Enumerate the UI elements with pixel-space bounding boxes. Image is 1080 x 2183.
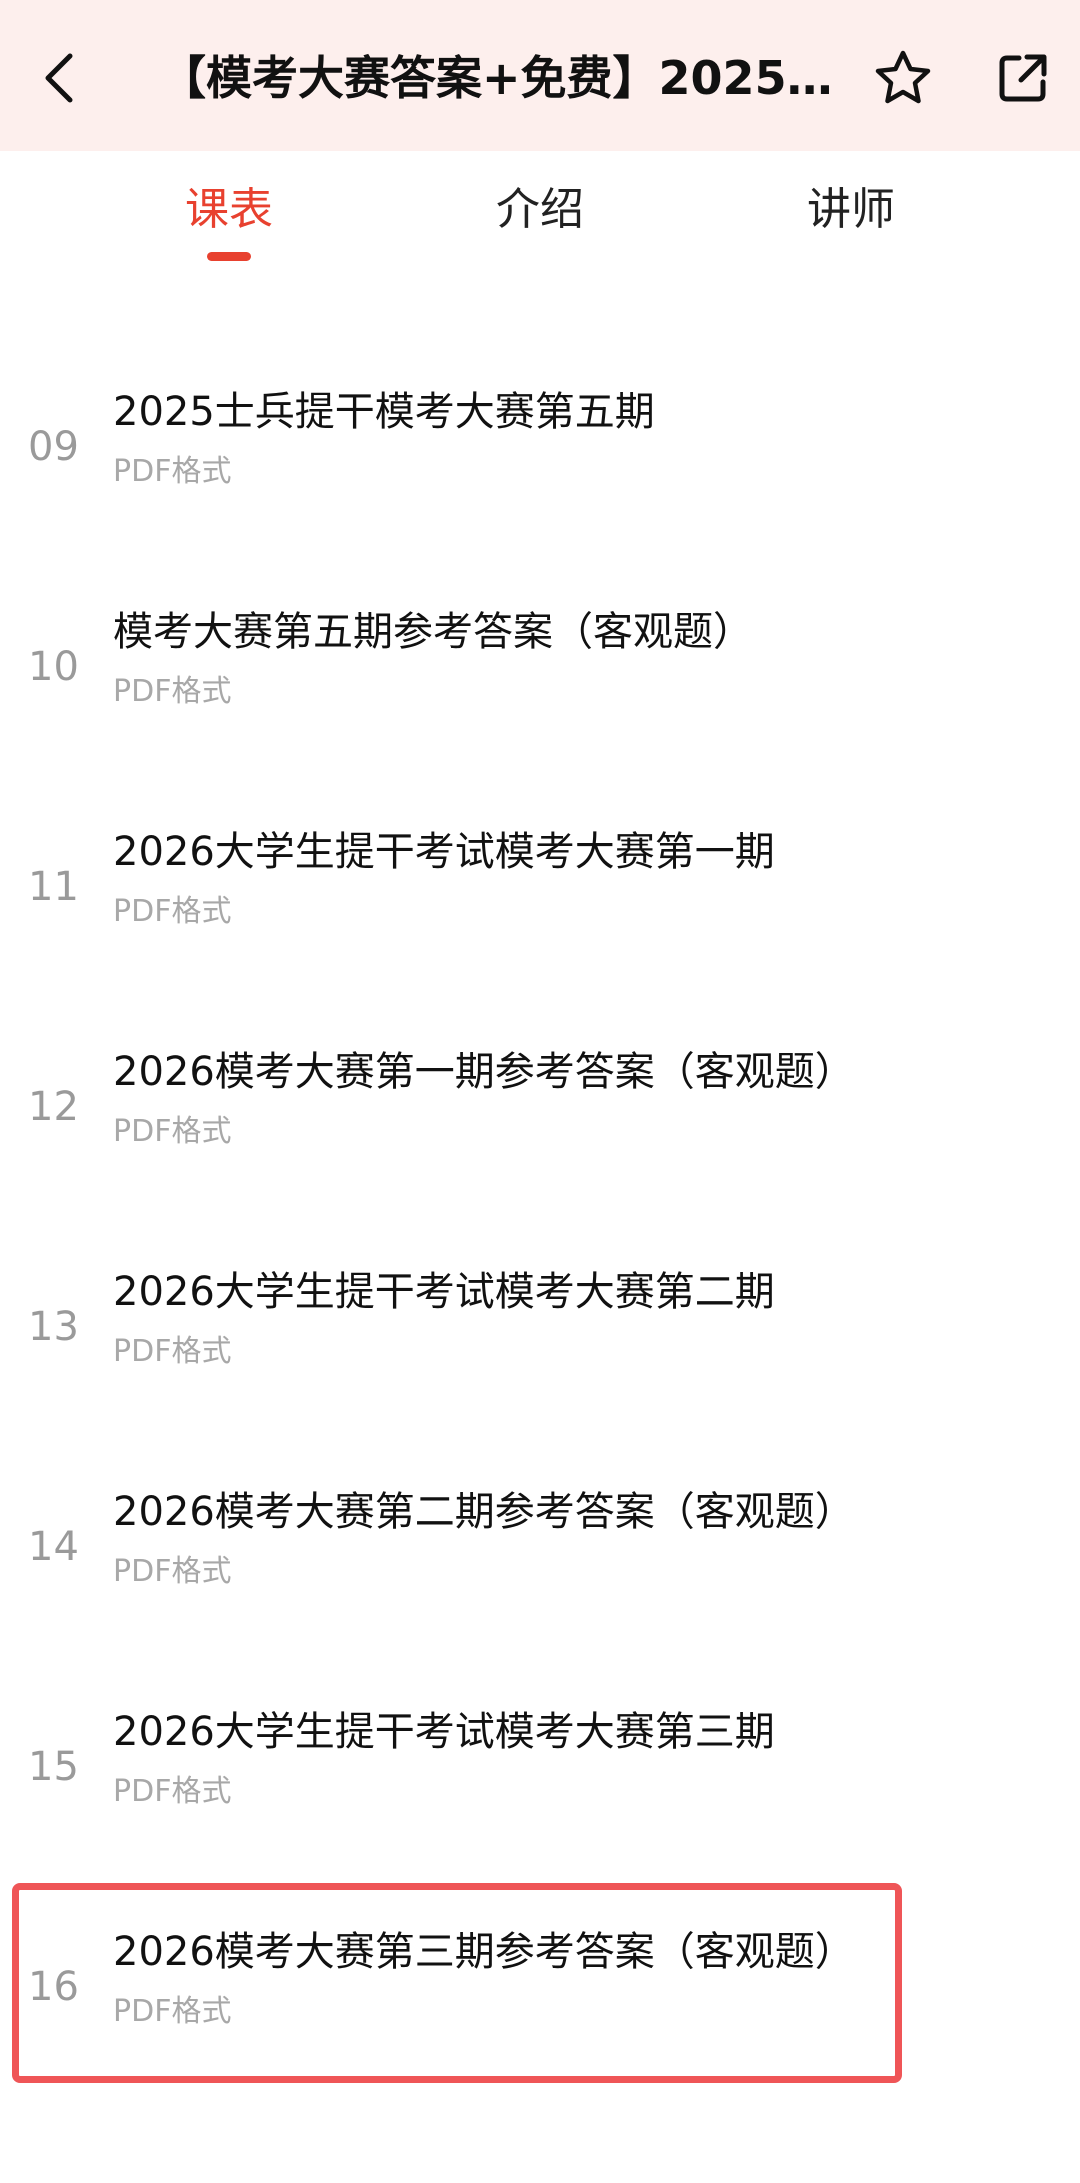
tab-bar: 课表 介绍 讲师 — [0, 151, 1080, 271]
item-format: PDF格式 — [113, 1994, 232, 2029]
list-item[interactable]: 15 2026大学生提干考试模考大赛第三期 PDF格式 — [0, 1650, 1080, 1870]
item-number: 14 — [28, 1524, 79, 1570]
item-number: 13 — [28, 1304, 79, 1350]
tab-intro[interactable]: 介绍 — [440, 175, 640, 245]
item-format: PDF格式 — [113, 674, 232, 709]
list-item[interactable]: 16 2026模考大赛第三期参考答案（客观题） PDF格式 — [0, 1870, 1080, 2090]
back-button[interactable] — [30, 40, 90, 115]
list-item[interactable]: 12 2026模考大赛第一期参考答案（客观题） PDF格式 — [0, 990, 1080, 1210]
page-title: 【模考大赛答案+免费】2025士兵提干模考大赛 — [160, 51, 850, 105]
star-icon — [875, 50, 931, 103]
item-format: PDF格式 — [113, 1774, 232, 1809]
tab-teacher[interactable]: 讲师 — [751, 175, 951, 245]
item-number: 16 — [28, 1964, 79, 2010]
item-title: 2025士兵提干模考大赛第五期 — [113, 389, 655, 435]
item-title: 2026大学生提干考试模考大赛第二期 — [113, 1269, 775, 1315]
active-tab-indicator — [207, 252, 251, 261]
chevron-left-icon — [45, 53, 73, 102]
list-item[interactable]: 13 2026大学生提干考试模考大赛第二期 PDF格式 — [0, 1210, 1080, 1430]
item-format: PDF格式 — [113, 1334, 232, 1369]
item-format: PDF格式 — [113, 454, 232, 489]
item-title: 2026模考大赛第三期参考答案（客观题） — [113, 1929, 855, 1975]
item-title: 2026模考大赛第二期参考答案（客观题） — [113, 1489, 855, 1535]
item-title: 2026大学生提干考试模考大赛第三期 — [113, 1709, 775, 1755]
item-number: 09 — [28, 424, 79, 470]
list-item[interactable]: 14 2026模考大赛第二期参考答案（客观题） PDF格式 — [0, 1430, 1080, 1650]
favorite-button[interactable] — [868, 40, 938, 115]
top-bar: 【模考大赛答案+免费】2025士兵提干模考大赛 — [0, 0, 1080, 151]
item-format: PDF格式 — [113, 894, 232, 929]
tab-schedule[interactable]: 课表 — [129, 175, 329, 245]
share-button[interactable] — [988, 40, 1058, 115]
item-number: 10 — [28, 644, 79, 690]
item-number: 11 — [28, 864, 79, 910]
list-item[interactable]: 09 2025士兵提干模考大赛第五期 PDF格式 — [0, 330, 1080, 550]
item-title: 2026大学生提干考试模考大赛第一期 — [113, 829, 775, 875]
share-icon — [999, 54, 1047, 101]
item-format: PDF格式 — [113, 1114, 232, 1149]
list-item[interactable]: 10 模考大赛第五期参考答案（客观题） PDF格式 — [0, 550, 1080, 770]
item-title: 2026模考大赛第一期参考答案（客观题） — [113, 1049, 855, 1095]
item-format: PDF格式 — [113, 1554, 232, 1589]
item-number: 12 — [28, 1084, 79, 1130]
item-title: 模考大赛第五期参考答案（客观题） — [113, 609, 753, 655]
list-item[interactable]: 11 2026大学生提干考试模考大赛第一期 PDF格式 — [0, 770, 1080, 990]
item-number: 15 — [28, 1744, 79, 1790]
